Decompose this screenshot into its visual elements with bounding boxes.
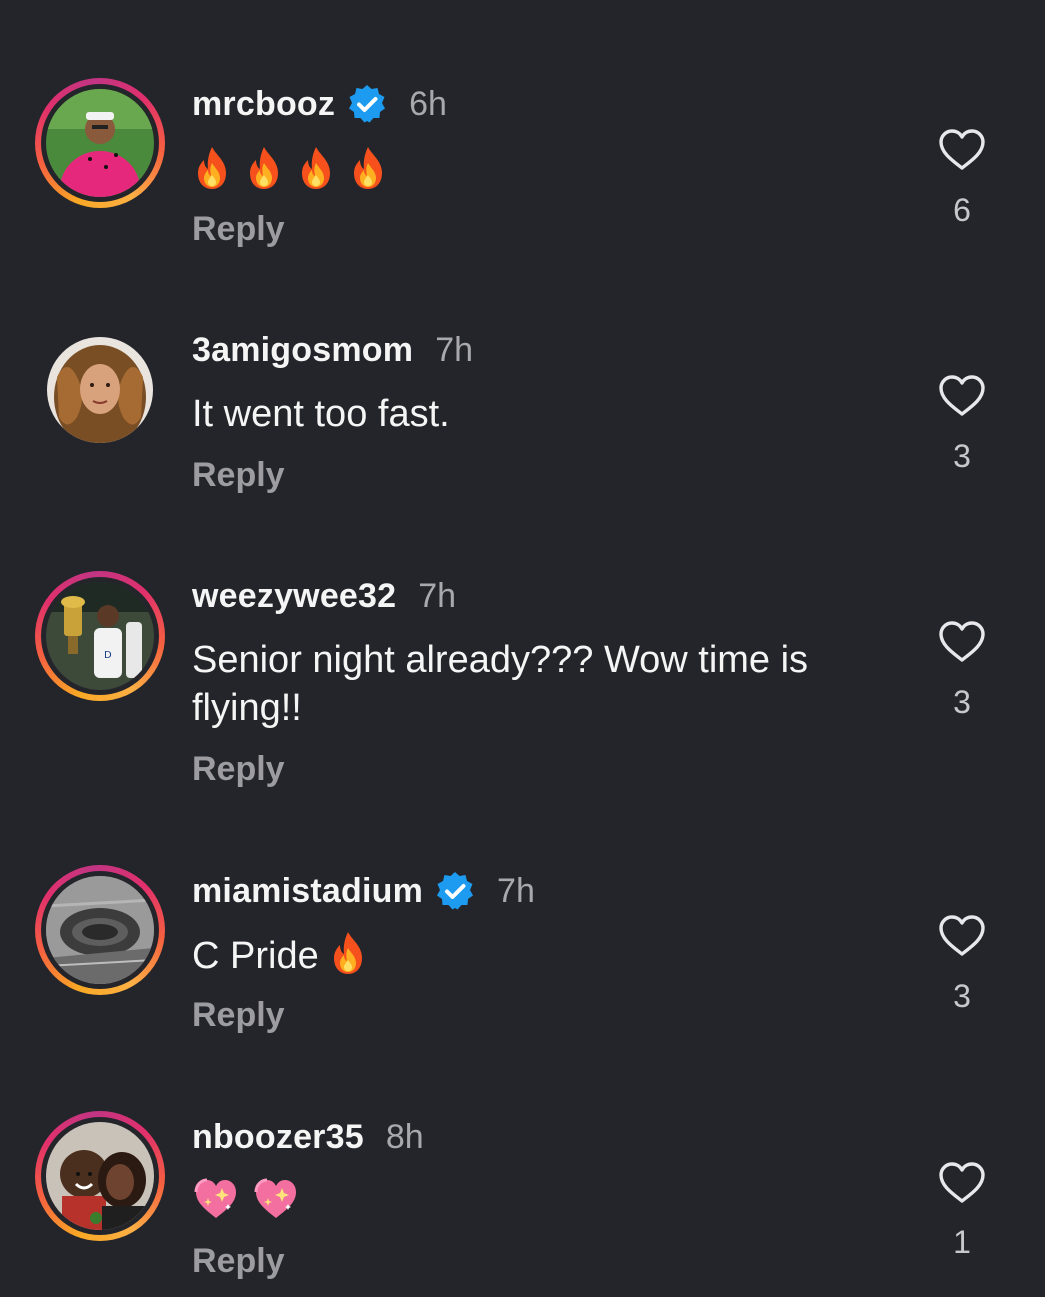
timestamp: 7h — [435, 330, 474, 369]
comment-text: C Pride — [192, 930, 892, 980]
heart-outline-icon — [937, 128, 987, 172]
username[interactable]: 3amigosmom — [192, 331, 413, 370]
like-button[interactable] — [937, 128, 987, 172]
sparkling-heart-emoji-icon — [192, 1176, 240, 1222]
like-button[interactable] — [937, 620, 987, 664]
comment-header: nboozer35 8h — [192, 1115, 424, 1159]
avatar-photo — [46, 1122, 154, 1230]
like-count: 6 — [953, 192, 971, 228]
comment-text — [192, 1176, 892, 1222]
avatar[interactable]: D — [35, 571, 165, 701]
reply-button[interactable]: Reply — [192, 1242, 285, 1281]
fire-emoji-icon — [192, 145, 232, 191]
reply-button[interactable]: Reply — [192, 750, 285, 789]
timestamp: 7h — [497, 871, 535, 910]
verified-badge-icon — [347, 84, 387, 124]
like-button[interactable] — [937, 914, 987, 958]
comment-header: mrcbooz 6h — [192, 82, 447, 126]
svg-text:D: D — [104, 650, 112, 661]
reply-button[interactable]: Reply — [192, 456, 285, 495]
avatar[interactable] — [47, 337, 153, 443]
heart-outline-icon — [937, 1161, 987, 1205]
timestamp: 6h — [409, 84, 447, 123]
fire-emoji-icon — [296, 145, 336, 191]
comments-list: mrcbooz 6h Reply 6 3amigosmom 7h It went… — [0, 0, 1045, 1297]
username[interactable]: weezywee32 — [192, 577, 396, 616]
comment-header: miamistadium 7h — [192, 869, 535, 913]
comment-header: weezywee32 7h — [192, 574, 456, 618]
fire-emoji-icon — [348, 145, 388, 191]
like-count: 3 — [953, 978, 971, 1014]
fire-emoji-icon — [327, 930, 369, 976]
avatar[interactable] — [35, 865, 165, 995]
heart-outline-icon — [937, 374, 987, 418]
username[interactable]: mrcbooz — [192, 85, 335, 124]
username[interactable]: nboozer35 — [192, 1118, 364, 1157]
reply-button[interactable]: Reply — [192, 210, 285, 249]
like-button[interactable] — [937, 1161, 987, 1205]
avatar-photo — [46, 876, 154, 984]
like-button[interactable] — [937, 374, 987, 418]
verified-badge-icon — [435, 871, 475, 911]
sparkling-heart-emoji-icon — [252, 1176, 300, 1222]
fire-emoji-icon — [244, 145, 284, 191]
comment-text-content: C Pride — [192, 935, 319, 977]
avatar-photo: D — [46, 582, 154, 690]
like-count: 1 — [953, 1224, 971, 1260]
heart-outline-icon — [937, 620, 987, 664]
reply-button[interactable]: Reply — [192, 996, 285, 1035]
comment-text — [192, 145, 892, 191]
like-count: 3 — [953, 684, 971, 720]
comment-text-line: flying!! — [192, 687, 302, 729]
comment-text: It went too fast. — [192, 393, 450, 435]
timestamp: 8h — [385, 1117, 424, 1156]
timestamp: 7h — [418, 576, 457, 615]
comment-header: 3amigosmom 7h — [192, 328, 473, 372]
username[interactable]: miamistadium — [192, 872, 423, 911]
comment-text: Senior night already??? Wow time is flyi… — [192, 636, 892, 732]
comment-text-line: Senior night already??? Wow time is — [192, 639, 809, 681]
avatar[interactable] — [35, 1111, 165, 1241]
avatar-photo — [47, 337, 153, 443]
heart-outline-icon — [937, 914, 987, 958]
avatar[interactable] — [35, 78, 165, 208]
avatar-photo — [46, 89, 154, 197]
like-count: 3 — [953, 438, 971, 474]
